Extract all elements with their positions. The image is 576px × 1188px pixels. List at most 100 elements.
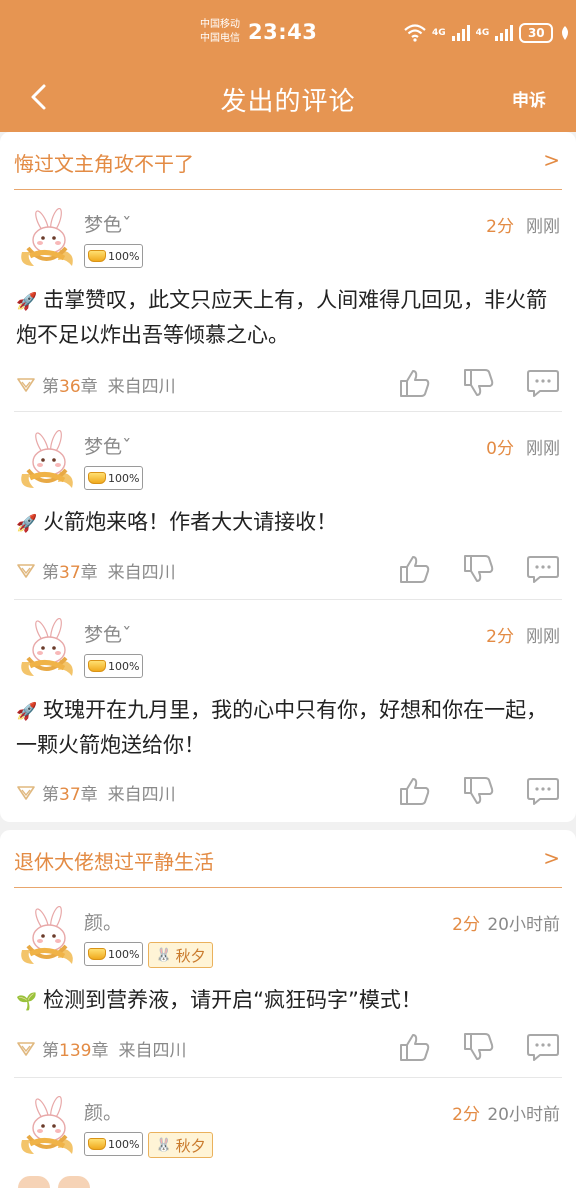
score: 2分	[486, 217, 514, 237]
comment-actions	[398, 1032, 560, 1062]
book-title-row[interactable]: 悔过文主角攻不干了 >	[14, 132, 562, 190]
thumbs-down-icon[interactable]	[462, 1032, 496, 1062]
appeal-button[interactable]: 申诉	[512, 86, 546, 111]
book-title-row[interactable]: 退休大佬想过平静生活 >	[14, 830, 562, 888]
reply-icon[interactable]	[526, 1032, 560, 1062]
chapter-suffix: 章	[80, 377, 98, 397]
coin-badge: 100%	[84, 466, 144, 490]
network-2-label: 4G	[475, 28, 490, 38]
avatar[interactable]	[16, 1096, 76, 1158]
comment-meta: 第36章 来自四川	[16, 372, 176, 397]
chevron-right-icon[interactable]: >	[543, 148, 560, 172]
badge-percent: 100%	[108, 947, 140, 961]
comment-meta: 第37章 来自四川	[16, 780, 176, 805]
comment-item: 颜。 2分 20小时前 100% 🐰 秋夕 🌱 检测到营养液，请开启“疯狂码字”模式…	[0, 906, 576, 1078]
avatar[interactable]	[16, 618, 76, 680]
reply-icon[interactable]	[526, 368, 560, 398]
comment-meta: 第139章 来自四川	[16, 1036, 186, 1061]
reply-icon[interactable]	[526, 554, 560, 584]
rocket-icon: 🚀	[16, 514, 38, 534]
page-title: 发出的评论	[220, 87, 356, 117]
thumbs-up-icon[interactable]	[398, 776, 432, 806]
chapter-suffix: 章	[91, 1041, 109, 1061]
timestamp: 刚刚	[526, 627, 560, 647]
thumbs-up-icon[interactable]	[398, 368, 432, 398]
carrier-1: 中国移动	[200, 19, 240, 30]
wifi-icon	[404, 24, 426, 42]
gold-ingot-icon	[88, 660, 106, 672]
comment-actions	[398, 554, 560, 584]
network-1-label: 4G	[432, 28, 446, 38]
carrier-names: 中国移动 中国电信	[200, 18, 240, 46]
divider	[14, 1077, 562, 1078]
book-title[interactable]: 悔过文主角攻不干了	[14, 148, 194, 177]
avatar[interactable]	[16, 430, 76, 492]
chapter-number: 37	[59, 785, 81, 805]
comment-item: 梦色ˇ 2分 刚刚 100% 🚀 击掌赞叹，此文只应天上有，人间难得几回见，非火箭…	[0, 208, 576, 412]
comment-group-1: 悔过文主角攻不干了 > 梦色ˇ 2分 刚刚 100% 🚀 击掌赞叹，此文只应天上有…	[0, 132, 576, 822]
badges: 100%	[84, 244, 144, 268]
timestamp: 20小时前	[487, 915, 560, 935]
username[interactable]: 梦色ˇ	[84, 620, 132, 647]
username[interactable]: 梦色ˇ	[84, 210, 132, 237]
chapter-prefix: 第	[42, 377, 59, 397]
coin-badge: 100%	[84, 942, 144, 966]
coin-badge: 100%	[84, 1132, 144, 1156]
fan-tag: 🐰 秋夕	[148, 942, 213, 968]
book-title[interactable]: 退休大佬想过平静生活	[14, 846, 214, 875]
comment-item: 颜。 2分 20小时前 100% 🐰 秋夕	[0, 1096, 576, 1188]
avatar[interactable]	[16, 906, 76, 968]
leaf-icon	[562, 26, 569, 40]
tag-label: 秋夕	[175, 946, 206, 965]
badge-percent: 100%	[108, 659, 140, 673]
comment-body: 火箭炮来咯！作者大大请接收！	[43, 510, 338, 534]
nav-bar: 发出的评论 申诉	[0, 64, 576, 132]
thumbs-down-icon[interactable]	[462, 776, 496, 806]
chapter-label[interactable]: 第36章	[42, 372, 98, 397]
avatar[interactable]	[16, 208, 76, 270]
reply-icon[interactable]	[526, 776, 560, 806]
badges: 100%	[84, 466, 144, 490]
score: 2分	[452, 1105, 480, 1125]
username[interactable]: 颜。	[84, 1098, 122, 1125]
chapter-number: 139	[59, 1041, 92, 1061]
rocket-icon: 🚀	[16, 292, 38, 312]
comment-item: 梦色ˇ 2分 刚刚 100% 🚀 玫瑰开在九月里，我的心中只有你，好想和你在一起，…	[0, 618, 576, 822]
rocket-icon: 🚀	[16, 702, 38, 722]
carrier-2: 中国电信	[200, 33, 240, 44]
score: 2分	[452, 915, 480, 935]
region: 来自四川	[107, 377, 176, 397]
fan-tag: 🐰 秋夕	[148, 1132, 213, 1158]
timestamp: 20小时前	[487, 1105, 560, 1125]
badges: 100% 🐰 秋夕	[84, 942, 213, 968]
vip-diamond-icon	[17, 377, 35, 392]
comment-meta: 第37章 来自四川	[16, 558, 176, 583]
vip-diamond-icon	[17, 563, 35, 578]
comment-actions	[398, 776, 560, 806]
comment-actions	[398, 368, 560, 398]
badge-percent: 100%	[108, 1137, 140, 1151]
comment-body: 检测到营养液，请开启“疯狂码字”模式！	[43, 988, 422, 1012]
thumbs-up-icon[interactable]	[398, 1032, 432, 1062]
region: 来自四川	[118, 1041, 187, 1061]
chapter-label[interactable]: 第37章	[42, 780, 98, 805]
chapter-number: 36	[59, 377, 81, 397]
divider	[14, 411, 562, 412]
comment-text: 🚀 玫瑰开在九月里，我的心中只有你，好想和你在一起，一颗火箭炮送给你！	[16, 694, 550, 762]
chapter-label[interactable]: 第139章	[42, 1036, 108, 1061]
badges: 100% 🐰 秋夕	[84, 1132, 213, 1158]
username[interactable]: 颜。	[84, 908, 122, 935]
thumbs-down-icon[interactable]	[462, 368, 496, 398]
signal-2-icon	[495, 25, 514, 41]
chevron-right-icon[interactable]: >	[543, 846, 560, 870]
signal-1-icon	[451, 25, 470, 41]
username[interactable]: 梦色ˇ	[84, 432, 132, 459]
sprout-icon: 🌱	[16, 992, 38, 1012]
region: 来自四川	[107, 563, 176, 583]
thumbs-down-icon[interactable]	[462, 554, 496, 584]
comment-text: 🌱 检测到营养液，请开启“疯狂码字”模式！	[16, 984, 550, 1019]
comment-body: 玫瑰开在九月里，我的心中只有你，好想和你在一起，一颗火箭炮送给你！	[16, 698, 548, 757]
thumbs-up-icon[interactable]	[398, 554, 432, 584]
badge-percent: 100%	[108, 249, 140, 263]
chapter-label[interactable]: 第37章	[42, 558, 98, 583]
